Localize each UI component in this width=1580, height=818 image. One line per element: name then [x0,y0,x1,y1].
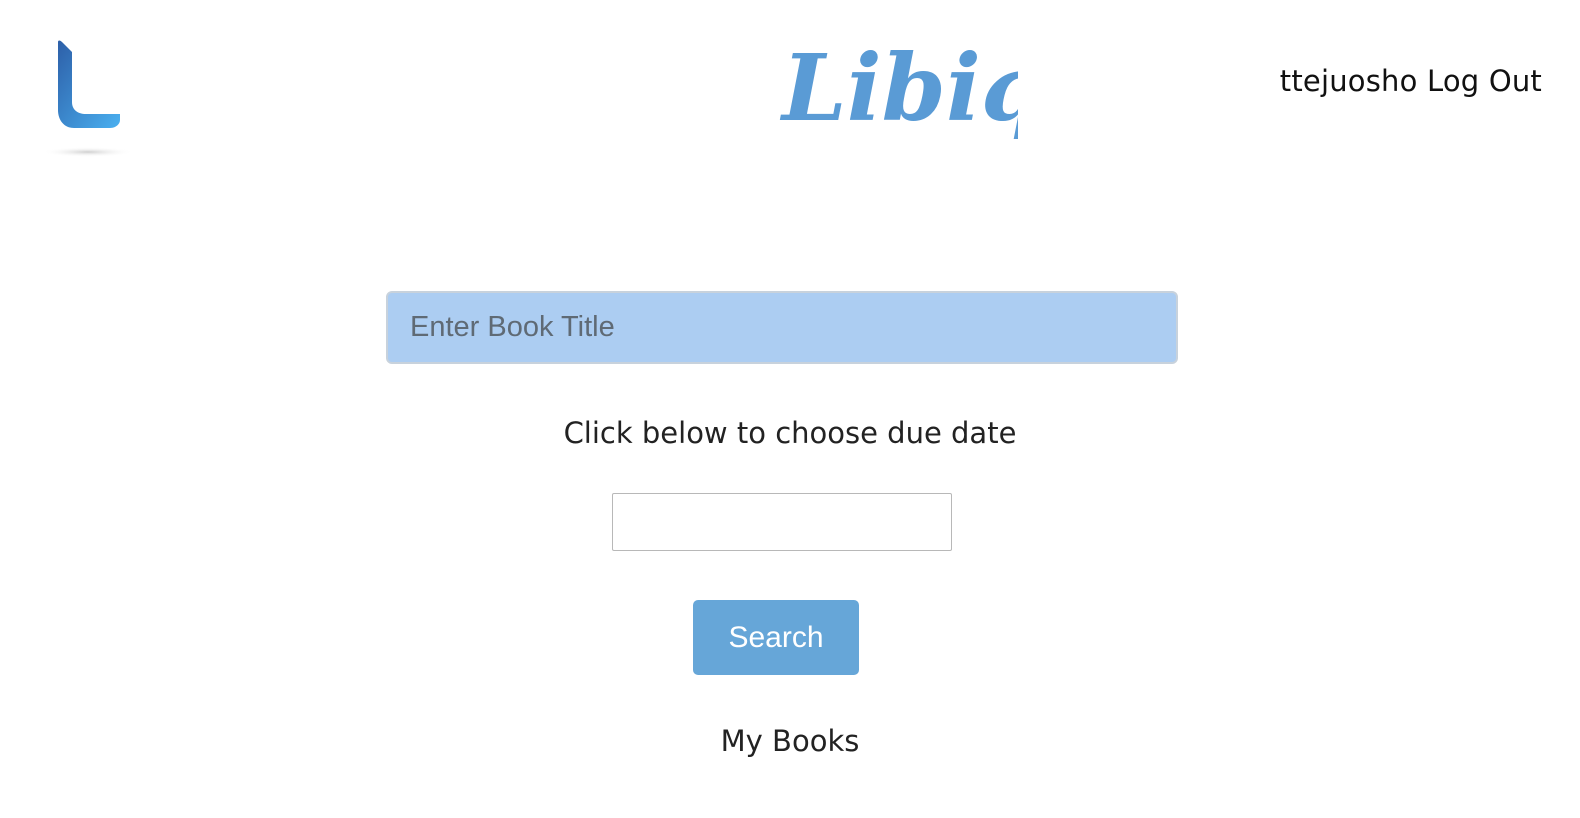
brand-logo: Libiq [779,34,1018,142]
book-title-input[interactable] [386,291,1178,364]
logout-link[interactable]: Log Out [1427,64,1542,98]
search-button[interactable]: Search [693,600,859,675]
due-date-input[interactable] [612,493,952,551]
due-date-prompt: Click below to choose due date [563,416,1017,450]
user-bar: ttejuosho Log Out [1280,64,1542,98]
libiq-l-mark-icon[interactable] [38,36,138,166]
my-books-heading[interactable]: My Books [0,724,1580,758]
brand-name: Libiq [779,34,1018,142]
page: Libiq ttejuosho Log Out Click below to c… [0,0,1580,818]
username-link[interactable]: ttejuosho [1280,64,1427,98]
